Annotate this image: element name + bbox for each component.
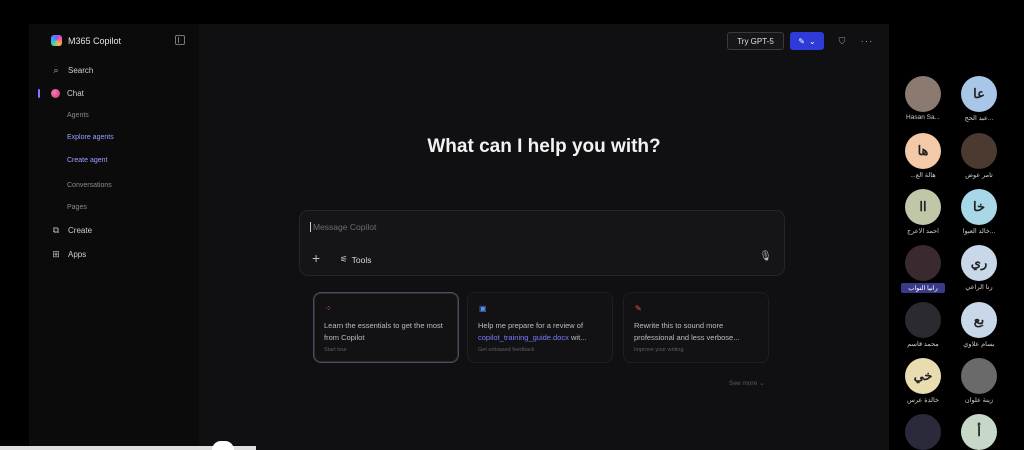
tools-button[interactable]: ⚟ Tools — [340, 254, 371, 265]
participant-tile[interactable]: Hasan Sa... — [903, 76, 943, 121]
edit-icon: ✎ — [798, 36, 805, 46]
more-options-icon[interactable]: ··· — [860, 32, 874, 50]
participant-tile[interactable]: أ — [959, 414, 999, 450]
participant-name: رنا الراعي — [965, 284, 993, 291]
message-input[interactable]: Message Copilot — [310, 222, 376, 232]
active-indicator — [38, 89, 40, 98]
scrollbar-thumb[interactable] — [212, 441, 234, 450]
sidebar: M365 Copilot ⌕ Search Chat Agents Explor… — [29, 24, 199, 450]
tools-label: Tools — [351, 254, 372, 265]
avatar: أ — [961, 414, 997, 450]
sidebar-item-create-agent[interactable]: Create agent — [67, 157, 107, 164]
avatar: اا — [905, 189, 941, 225]
participant-name: خالد العبوا... — [962, 228, 996, 235]
avatar: ها — [905, 133, 941, 169]
collapse-sidebar-icon[interactable] — [175, 35, 185, 45]
participant-name: محمد قاسم — [907, 341, 939, 348]
word-doc-icon: ▣ — [479, 304, 487, 313]
microphone-icon[interactable]: 🎙 — [759, 251, 772, 262]
avatar — [905, 76, 941, 112]
agents-section-label: Agents — [67, 112, 89, 119]
participant-name: ...هالة الع — [910, 172, 936, 179]
avatar — [961, 358, 997, 394]
chat-icon — [51, 89, 60, 98]
new-chat-button[interactable]: ✎ ⌄ — [790, 32, 824, 50]
participant-name: احمد الاعرج — [907, 228, 939, 235]
copilot-window: M365 Copilot ⌕ Search Chat Agents Explor… — [29, 24, 889, 450]
sliders-icon: ⚟ — [340, 254, 348, 264]
participant-tile[interactable]: ري رنا الراعي — [959, 245, 999, 291]
avatar: ري — [961, 245, 997, 281]
sidebar-item-label: Search — [68, 66, 94, 75]
participant-name: عبد الحج... — [964, 115, 994, 122]
suggestion-card[interactable]: ✎ Rewrite this to sound more professiona… — [623, 292, 769, 363]
participant-tile[interactable]: محمد قاسم — [903, 302, 943, 348]
participant-name: بسام علاوي — [963, 341, 995, 348]
pages-section-label[interactable]: Pages — [67, 204, 87, 211]
page-title: What can I help you with? — [427, 136, 661, 157]
card-text: Learn the essentials to get the most fro… — [324, 321, 443, 342]
participant-name: Hasan Sa... — [906, 114, 940, 121]
sidebar-item-label: Create — [68, 226, 93, 235]
sidebar-item-search[interactable]: ⌕ Search — [51, 65, 93, 76]
participant-tile[interactable]: اا احمد الاعرج — [903, 189, 943, 235]
card-text: Rewrite this to sound more professional … — [634, 321, 740, 342]
avatar — [961, 133, 997, 169]
shield-icon[interactable]: ⛉ — [836, 32, 848, 50]
avatar: بع — [961, 302, 997, 338]
card-subtitle: Improve your writing — [634, 347, 684, 353]
card-subtitle: Get unbiased feedback — [478, 347, 535, 353]
participant-tile[interactable]: عا عبد الحج... — [959, 76, 999, 122]
conversations-section-label: Conversations — [67, 182, 112, 189]
copilot-logo-icon — [51, 35, 62, 46]
suggestion-card[interactable]: ▣ Help me prepare for a review of copilo… — [467, 292, 613, 363]
participant-tile[interactable]: خا خالد العبوا... — [959, 189, 999, 235]
participant-name: زينة علوان — [964, 397, 994, 404]
sidebar-item-label: Apps — [68, 250, 87, 259]
search-icon: ⌕ — [53, 65, 59, 75]
participant-tile[interactable] — [903, 414, 943, 450]
copilot-grid-icon: ⁘ — [325, 304, 332, 313]
app-title: M365 Copilot — [68, 35, 122, 46]
avatar: خا — [961, 189, 997, 225]
avatar — [905, 302, 941, 338]
see-more-link[interactable]: See more ⌄ — [729, 379, 764, 387]
card-subtitle: Start tour — [324, 347, 347, 353]
participant-tile[interactable]: ها ...هالة الع — [903, 133, 943, 179]
participant-tile[interactable]: تامر عوض — [959, 133, 999, 179]
main-area: Try GPT-5 ✎ ⌄ ⛉ ··· What can I help you … — [199, 24, 889, 450]
sidebar-item-label: Chat — [67, 89, 84, 98]
participant-name: خالدة عرس — [906, 397, 939, 404]
participant-tile[interactable]: زينة علوان — [959, 358, 999, 404]
chevron-down-icon: ⌄ — [809, 36, 816, 46]
sidebar-item-explore-agents[interactable]: Explore agents — [67, 134, 114, 141]
sidebar-item-create[interactable]: ⧉ Create — [51, 225, 92, 236]
message-composer[interactable]: Message Copilot + ⚟ Tools 🎙 — [299, 210, 785, 276]
sidebar-item-chat[interactable]: Chat — [51, 89, 84, 98]
participant-name: تامر عوض — [965, 172, 993, 179]
avatar — [905, 245, 941, 281]
pen-icon: ✎ — [635, 304, 642, 313]
suggestion-card[interactable]: ⁘ Learn the essentials to get the most f… — [313, 292, 459, 363]
app-brand: M365 Copilot — [51, 35, 121, 46]
add-icon[interactable]: + — [312, 250, 320, 266]
participant-tile[interactable]: رانيا النواب — [901, 245, 945, 293]
create-icon: ⧉ — [52, 225, 60, 235]
avatar — [905, 414, 941, 450]
participant-tile[interactable]: بع بسام علاوي — [959, 302, 999, 348]
card-text: Help me prepare for a review of copilot_… — [478, 321, 587, 342]
participant-name: رانيا النواب — [901, 283, 945, 293]
file-link[interactable]: copilot_training_guide.docx — [478, 333, 569, 342]
sidebar-item-apps[interactable]: ⊞ Apps — [51, 249, 86, 260]
apps-grid-icon: ⊞ — [52, 249, 60, 259]
participant-tile[interactable]: خي خالدة عرس — [903, 358, 943, 404]
avatar: خي — [905, 358, 941, 394]
avatar: عا — [961, 76, 997, 112]
try-gpt5-button[interactable]: Try GPT-5 — [727, 32, 784, 50]
